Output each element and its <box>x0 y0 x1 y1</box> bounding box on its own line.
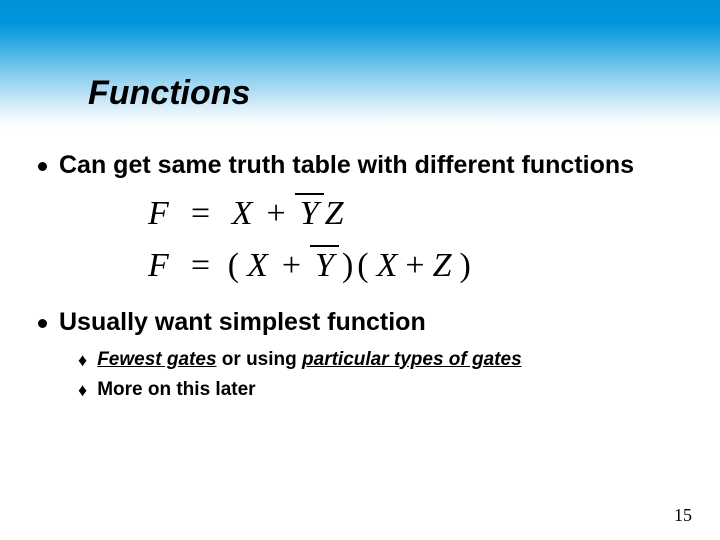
page-number: 15 <box>674 505 692 526</box>
bullet-1-text: Can get same truth table with different … <box>59 150 634 181</box>
eq2-x1: X <box>241 247 274 285</box>
eq2-equals: = <box>175 247 226 285</box>
eq1-equals: = <box>175 195 226 233</box>
sub1-mid: or using <box>217 349 303 370</box>
eq2-plus1: + <box>274 247 309 285</box>
eq2-ybar: Y <box>309 247 340 285</box>
sub-bullet-2-text: More on this later <box>97 377 255 403</box>
sub1-underline-2: particular types of gates <box>302 349 522 370</box>
bullet-dot-icon <box>38 162 47 171</box>
sub-bullet-1: ♦ Fewest gates or using particular types… <box>78 347 682 373</box>
eq2-z: Z <box>427 247 458 285</box>
eq1-ybar: Y <box>294 195 325 233</box>
eq1-x: X <box>226 195 259 233</box>
sub-bullet-2: ♦ More on this later <box>78 377 682 403</box>
eq2-lp2: ( <box>355 247 370 285</box>
eq1-z: Z <box>325 195 350 233</box>
eq2-rp1: ) <box>340 247 355 285</box>
slide-title: Functions <box>88 74 250 113</box>
bullet-1: Can get same truth table with different … <box>38 150 682 181</box>
equations-block: F = X + Y Z F = ( X + Y ) ( X + Z ) <box>142 195 682 285</box>
sub1-underline-1: Fewest gates <box>97 349 216 370</box>
eq1-lhs: F <box>142 195 175 233</box>
eq2-rp2: ) <box>458 247 473 285</box>
equation-1: F = X + Y Z <box>142 195 682 233</box>
bullet-2: Usually want simplest function <box>38 307 682 338</box>
diamond-icon: ♦ <box>78 377 87 403</box>
eq2-lp1: ( <box>226 247 241 285</box>
bullet-dot-icon <box>38 319 47 328</box>
eq2-plus2: + <box>403 247 426 285</box>
equation-2: F = ( X + Y ) ( X + Z ) <box>142 247 682 285</box>
eq1-plus: + <box>259 195 294 233</box>
diamond-icon: ♦ <box>78 347 87 373</box>
sub-bullet-1-text: Fewest gates or using particular types o… <box>97 347 521 373</box>
bullet-2-text: Usually want simplest function <box>59 307 426 338</box>
eq2-lhs: F <box>142 247 175 285</box>
slide-content: Can get same truth table with different … <box>38 150 682 407</box>
eq2-x2: X <box>371 247 404 285</box>
